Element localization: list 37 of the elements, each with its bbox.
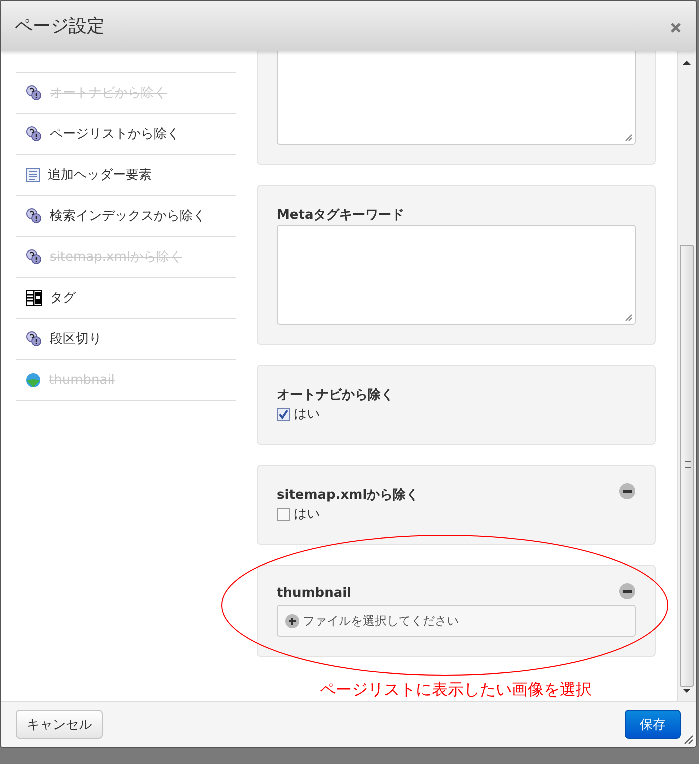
checkbox[interactable]: [277, 408, 290, 420]
field-label: Metaタグキーワード: [277, 207, 405, 224]
checkbox-label: はい: [294, 506, 320, 523]
window-title: ページ設定: [15, 15, 105, 38]
checkbox[interactable]: [277, 508, 290, 520]
help-bubbles-icon: [26, 208, 42, 224]
text-area[interactable]: [277, 51, 636, 145]
table-icon: [26, 290, 42, 306]
plus-icon: [285, 614, 300, 628]
remove-icon[interactable]: [619, 583, 636, 600]
field-label: sitemap.xmlから除く: [277, 487, 420, 504]
help-bubbles-icon: [26, 85, 42, 101]
scrollbar[interactable]: [677, 51, 696, 701]
annotation-text: ページリストに表示したい画像を選択: [320, 680, 592, 701]
help-bubbles-icon: [26, 331, 42, 347]
document-icon: [26, 168, 40, 182]
help-bubbles-icon: [26, 126, 42, 142]
save-button[interactable]: 保存: [625, 710, 681, 739]
field-label: thumbnail: [277, 586, 352, 601]
resize-grip-icon: [625, 314, 633, 322]
checkbox-label: はい: [294, 406, 320, 423]
globe-icon: [26, 372, 41, 388]
resize-grip-icon: [625, 134, 633, 142]
sidebar-item[interactable]: タグ: [16, 277, 236, 318]
scrollbar-thumb[interactable]: [680, 245, 694, 687]
cancel-button[interactable]: キャンセル: [16, 710, 103, 739]
remove-icon[interactable]: [619, 483, 636, 500]
text-area[interactable]: [277, 225, 636, 325]
sidebar-item[interactable]: 検索インデックスから除く: [16, 195, 236, 236]
sidebar-item[interactable]: ページリストから除く: [16, 113, 236, 154]
help-bubbles-icon: [26, 249, 42, 265]
close-icon[interactable]: [670, 22, 682, 34]
sidebar-item[interactable]: 段区切り: [16, 318, 236, 359]
field-label: オートナビから除く: [277, 387, 394, 404]
resize-grip-icon: [684, 735, 694, 745]
file-select-field[interactable]: ファイルを選択してください: [277, 605, 636, 637]
sidebar-item[interactable]: 追加ヘッダー要素: [16, 154, 236, 195]
